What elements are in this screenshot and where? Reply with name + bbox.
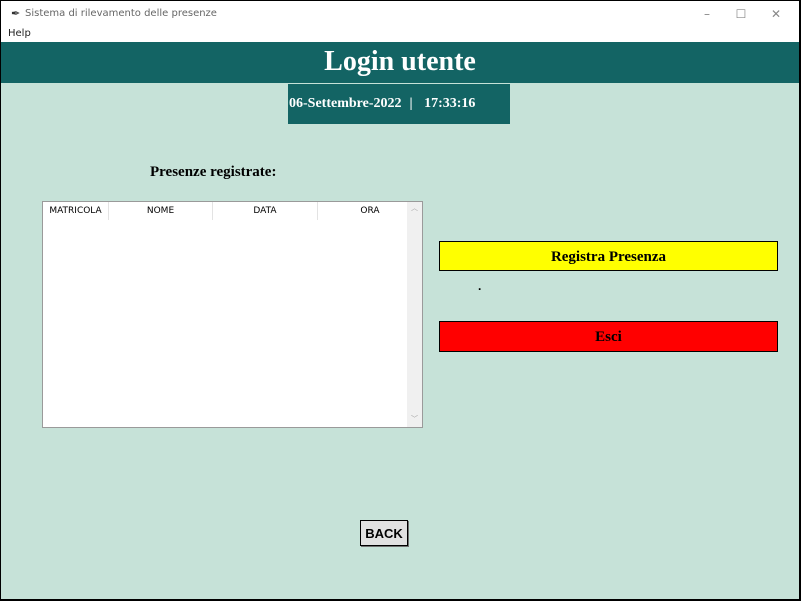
title-bar[interactable]: ✒ Sistema di rilevamento delle presenze … (1, 1, 799, 28)
scroll-down-icon[interactable]: ﹀ (407, 413, 422, 427)
column-header-data[interactable]: DATA (213, 202, 318, 220)
scroll-up-icon[interactable]: ︿ (407, 202, 422, 216)
status-text: . (478, 279, 482, 293)
app-window: ✒ Sistema di rilevamento delle presenze … (1, 1, 799, 599)
menu-help[interactable]: Help (8, 28, 31, 39)
minimize-button[interactable]: – (692, 5, 722, 23)
feather-icon: ✒ (11, 8, 21, 20)
column-header-matricola[interactable]: MATRICOLA (43, 202, 109, 220)
back-button[interactable]: BACK (360, 520, 408, 546)
datetime-display: 06-Settembre-2022 | 17:33:16 (288, 84, 510, 124)
page-header: Login utente (1, 42, 799, 83)
page-title: Login utente (324, 46, 476, 77)
table-header: MATRICOLA NOME DATA ORA (43, 202, 407, 220)
close-button[interactable]: ✕ (761, 5, 791, 23)
attendance-table[interactable]: MATRICOLA NOME DATA ORA ︿ ﹀ (42, 201, 423, 428)
register-attendance-button[interactable]: Registra Presenza (439, 241, 778, 271)
datetime-separator: | (409, 96, 413, 111)
time-text: 17:33:16 (424, 96, 476, 111)
exit-button[interactable]: Esci (439, 321, 778, 352)
menu-bar: Help (1, 28, 799, 42)
date-text: 06-Settembre-2022 (289, 96, 402, 111)
maximize-button[interactable]: ☐ (726, 5, 756, 23)
column-header-nome[interactable]: NOME (109, 202, 213, 220)
window-title: Sistema di rilevamento delle presenze (25, 8, 217, 19)
table-scrollbar[interactable]: ︿ ﹀ (407, 202, 422, 427)
attendance-label: Presenze registrate: (150, 164, 277, 180)
